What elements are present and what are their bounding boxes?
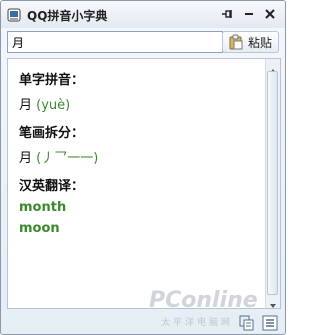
title-bar[interactable]: QQ拼音小字典 (1, 1, 285, 28)
list-icon[interactable] (262, 315, 278, 331)
translation-word: month (19, 200, 67, 215)
watermark-logo: PConline (149, 288, 258, 313)
minimize-button[interactable] (240, 4, 258, 24)
pin-button[interactable] (218, 4, 236, 24)
close-button[interactable] (261, 4, 279, 24)
pinyin-line: 月 (yuè) (19, 94, 70, 113)
translation-section-label: 汉英翻译： (19, 179, 85, 194)
strokes-section-label: 笔画拆分： (19, 126, 85, 141)
strokes-line: 月 (丿乛一一) (19, 147, 98, 166)
copy-icon[interactable] (239, 315, 255, 331)
watermark-subtitle: 太平洋电脑网 (161, 318, 234, 328)
pinyin-section-label: 单字拼音： (19, 73, 85, 88)
paste-button-label: 粘贴 (248, 35, 273, 50)
strokes-character: 月 (19, 151, 33, 166)
dictionary-window: QQ拼音小字典 月 粘贴 单字拼音： 月 (yuè) 笔画拆分： 月 (丿乛一一… (0, 0, 286, 335)
paste-icon (228, 34, 244, 50)
pinyin-character: 月 (19, 98, 33, 113)
strokes-parts: 丿乛一一 (41, 151, 94, 166)
dictionary-app-icon (7, 7, 21, 22)
scroll-down-arrow-icon[interactable] (268, 296, 278, 308)
close-icon (265, 9, 275, 19)
translation-word: moon (19, 221, 60, 236)
scrollbar-thumb[interactable] (267, 71, 278, 295)
pin-icon (221, 8, 233, 20)
result-panel: 单字拼音： 月 (yuè) 笔画拆分： 月 (丿乛一一) 汉英翻译： month… (7, 58, 281, 309)
vertical-scrollbar[interactable] (265, 59, 280, 308)
window-title: QQ拼音小字典 (27, 9, 108, 23)
strokes-close-paren: ) (93, 151, 99, 166)
scroll-up-arrow-icon[interactable] (268, 61, 278, 73)
minimize-icon (244, 9, 254, 19)
paste-button[interactable]: 粘贴 (222, 31, 279, 53)
search-input[interactable] (7, 31, 223, 53)
pinyin-reading: (yuè) (36, 98, 71, 113)
